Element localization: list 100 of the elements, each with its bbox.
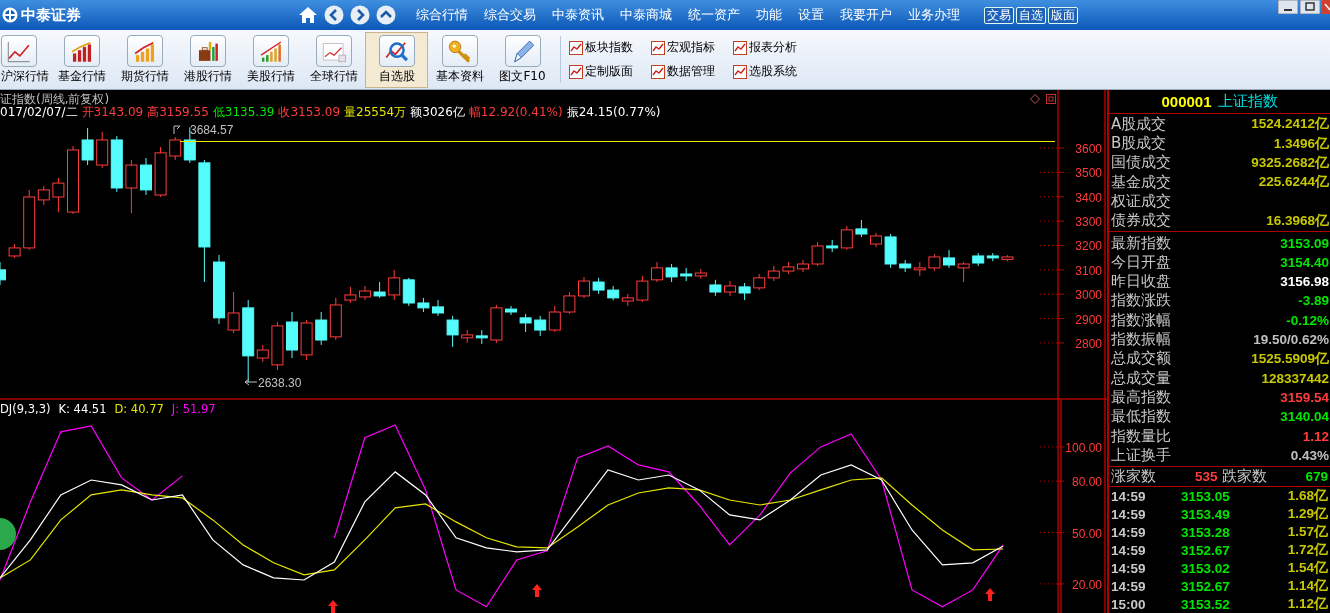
close-icon[interactable] [1322,0,1330,14]
toolbar-button[interactable]: 图文F10 [491,32,554,88]
field-value: 3159.54 [1280,389,1329,405]
field-label: 指数振幅 [1111,330,1171,350]
field-label: 上证换手 [1111,445,1171,465]
chart-grid-icon [569,40,583,55]
candlestick [578,276,590,299]
field-label: 债券成交 [1111,211,1171,231]
toolbar-link[interactable]: 宏观指标 [651,35,733,60]
menu-item[interactable]: 中泰商城 [612,6,680,24]
quote-info: 开3143.09 [81,106,144,119]
menu-item[interactable]: 设置 [790,6,832,24]
toolbar-link[interactable]: 报表分析 [733,35,815,60]
candlestick [432,299,444,317]
tick-price: 3153.28 [1181,524,1231,540]
field-value: 0.43% [1290,447,1329,463]
field-label: 指数涨跌 [1111,291,1171,311]
menu-item[interactable]: 业务办理 [900,6,968,24]
maximize-icon[interactable] [1300,0,1320,14]
tick-volume: 1.54亿 [1286,559,1328,577]
field-value: 1524.2412亿 [1251,115,1329,134]
minimize-icon[interactable] [1278,0,1298,14]
field-value: 19.50/0.62% [1253,332,1329,348]
candlestick [548,305,561,333]
header-button[interactable]: 自选 [1016,6,1046,24]
candlestick [724,280,736,297]
toolbar-button[interactable]: 基本资料 [428,32,491,88]
toolbar-button[interactable]: 港股行情 [176,32,239,88]
quote-info: 额3026亿 [410,106,465,119]
axis-label: 80.00 [1071,475,1102,490]
toolbar-link[interactable]: 定制版面 [569,59,651,84]
header-button[interactable]: 交易 [984,6,1014,24]
field-label: 指数涨幅 [1111,310,1171,330]
candlestick [519,313,532,333]
menu-item[interactable]: 统一资产 [680,6,748,24]
up-arrow-icon [328,600,338,613]
axis-label: 3200 [1075,239,1102,254]
indicator-legend: : 40.77 [123,402,164,416]
menu-item[interactable]: 中泰资讯 [544,6,612,24]
field-label: 今日开盘 [1111,252,1171,272]
axis-label: 3500 [1075,166,1102,181]
toolbar-link[interactable]: 板块指数 [569,35,651,60]
up-icon[interactable] [376,5,396,25]
toolbar-button[interactable]: 期货行情 [113,32,176,88]
toolbar-button[interactable]: 沪深行情 [0,32,50,88]
home-icon[interactable] [298,6,318,24]
candlestick [563,291,576,315]
header-button[interactable]: 版面 [1048,6,1078,24]
field-value: 9325.2682亿 [1251,153,1329,172]
tick-price: 3153.05 [1181,488,1231,504]
toolbar-button[interactable]: 基金行情 [50,32,113,88]
quote-info: 低3135.39 [212,106,275,119]
toolbar-link[interactable]: 数据管理 [651,59,733,84]
candlestick [840,225,853,251]
back-icon[interactable] [324,5,344,25]
indicator-legend: : 51.97 [175,402,216,416]
field-label: 最低指数 [1111,407,1171,427]
tick-volume: 1.14亿 [1286,577,1328,595]
candlestick [665,263,678,283]
field-label: 昨日收盘 [1111,272,1171,292]
menu-item[interactable]: 综合交易 [476,6,544,24]
tick-price: 3152.67 [1181,542,1231,558]
field-label: B股成交 [1111,134,1167,154]
quote-info: 振24.15(0.77%) [566,106,661,119]
toolbar-button[interactable]: 自选股 [365,32,428,88]
candlestick [651,261,663,283]
candlestick [125,159,138,214]
field-value: 128337442 [1261,370,1329,386]
tick-price: 3153.49 [1181,506,1231,522]
tick-price: 3153.02 [1181,560,1231,576]
quote-info: 幅12.92(0.41%) [468,106,563,119]
field-value: -0.12% [1286,312,1329,328]
candlestick [169,136,182,161]
toolbar-link[interactable]: 选股系统 [733,59,815,84]
toolbar-button[interactable]: 美股行情 [239,32,302,88]
menu-item[interactable]: 功能 [748,6,790,24]
logo-icon [2,7,18,23]
fall-count: 679 [1305,469,1328,484]
candlestick [811,241,824,267]
candlestick [636,275,649,303]
axis-label: 50.00 [1071,526,1102,541]
field-value: 1.12 [1302,428,1329,444]
square-icon[interactable] [1046,94,1056,104]
quote-info: 量25554万 [344,106,407,119]
forward-icon[interactable] [350,5,370,25]
candlestick [81,127,94,166]
axis-label: 2800 [1075,336,1102,351]
field-value: 3153.09 [1280,235,1329,251]
menu-item[interactable]: 我要开户 [832,6,900,24]
up-arrow-icon [532,584,542,597]
axis-label: 100.00 [1065,440,1102,455]
menu-item[interactable]: 综合行情 [408,6,476,24]
high-marker [173,125,181,135]
logo-text: 中泰证券 [21,5,81,25]
quote-info: 高3159.55 [147,106,209,119]
toolbar-button[interactable]: 全球行情 [302,32,365,88]
field-value: 1.3496亿 [1273,134,1329,153]
tick-time: 14:59 [1111,488,1147,504]
field-label: 最新指数 [1111,233,1171,253]
field-value: 225.6244亿 [1258,173,1329,192]
